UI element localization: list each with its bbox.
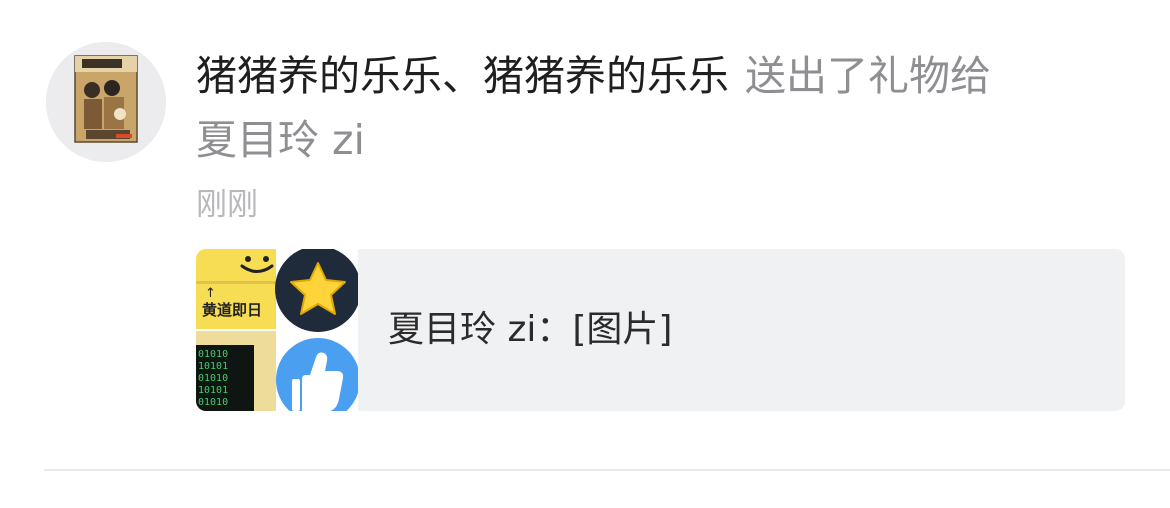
avatar[interactable] [46, 42, 166, 162]
quoted-post-card[interactable]: ↑ 黄道即日 01010 10101 01010 10101 01010 夏目玲… [196, 249, 1125, 411]
quoted-post-thumbnail: ↑ 黄道即日 01010 10101 01010 10101 01010 [196, 249, 358, 411]
tile-label: 黄道即日 [202, 301, 262, 319]
avatar-image [46, 42, 166, 162]
svg-text:01010: 01010 [198, 373, 228, 384]
gift-notification[interactable]: 猪猪养的乐乐、猪猪养的乐乐 送出了礼物给 夏目玲 zi 刚刚 ↑ 黄道即日 01… [0, 0, 1170, 470]
actor-names-link[interactable]: 猪猪养的乐乐、猪猪养的乐乐 [196, 52, 729, 100]
svg-text:01010: 01010 [198, 397, 228, 408]
notification-content: 猪猪养的乐乐、猪猪养的乐乐 送出了礼物给 夏目玲 zi 刚刚 [196, 44, 1126, 228]
svg-text:10101: 10101 [198, 361, 228, 372]
notification-headline: 猪猪养的乐乐、猪猪养的乐乐 送出了礼物给 夏目玲 zi [196, 44, 1126, 172]
recipient-name-link[interactable]: 夏目玲 zi [196, 116, 365, 164]
arrow-glyph: ↑ [205, 286, 216, 301]
quoted-post-text: 夏目玲 zi：[图片] [388, 309, 673, 350]
timestamp: 刚刚 [196, 187, 258, 223]
svg-text:10101: 10101 [198, 385, 228, 396]
svg-text:01010: 01010 [198, 349, 228, 360]
action-text: 送出了礼物给 [745, 52, 991, 100]
row-divider [44, 469, 1170, 471]
